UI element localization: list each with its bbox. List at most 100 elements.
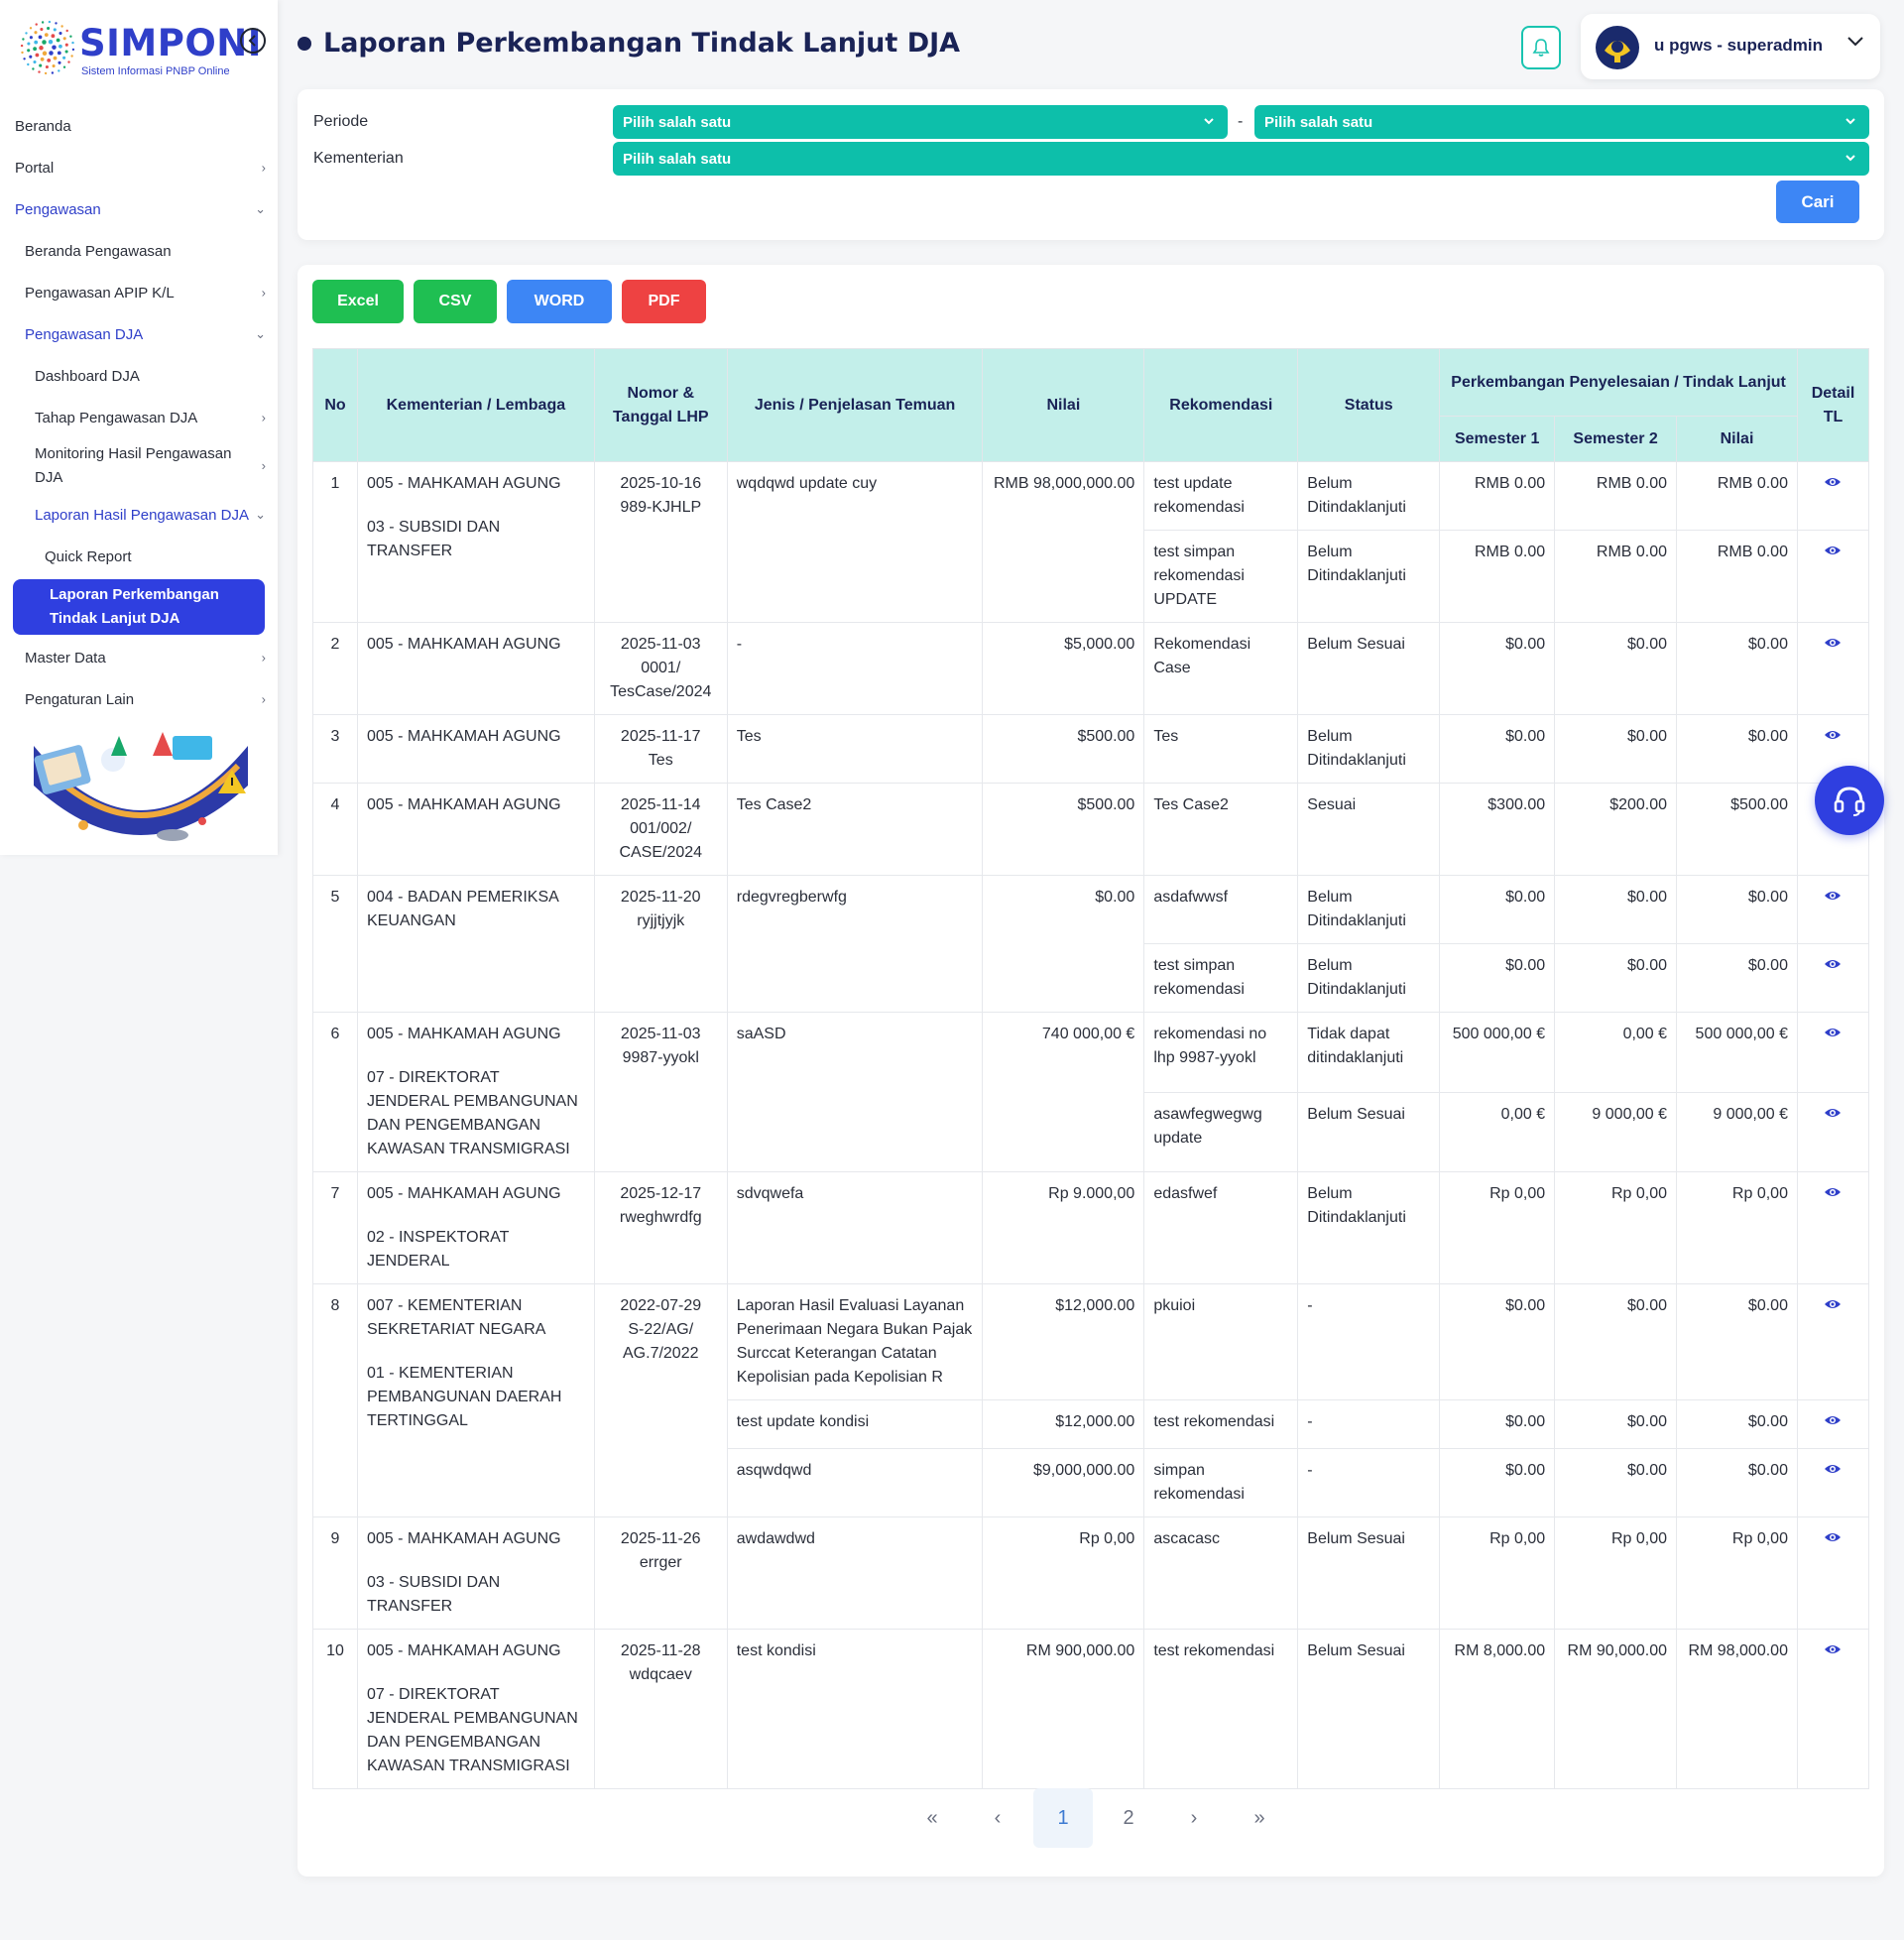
view-detail-button[interactable]: [1824, 541, 1842, 564]
sidebar-item-master-data[interactable]: Master Data ›: [0, 637, 278, 678]
headset-icon: [1834, 787, 1865, 816]
cell-nilai-tl: $0.00: [1676, 1448, 1798, 1517]
cell-nilai: Rp 0,00: [982, 1516, 1145, 1630]
table-row: 8 007 - KEMENTERIAN SEKRETARIAT NEGARA 01 …: [312, 1283, 1870, 1517]
help-button[interactable]: [1815, 766, 1884, 835]
last-page-button[interactable]: »: [1230, 1788, 1289, 1848]
cell-kementerian: 005 - MAHKAMAH AGUNG: [356, 622, 595, 715]
sidebar-illustration: [34, 732, 248, 841]
chevron-down-icon: ⌄: [255, 507, 266, 522]
sidebar-item-portal[interactable]: Portal ›: [0, 147, 278, 188]
view-detail-button[interactable]: [1824, 886, 1842, 909]
lhp-number: rweghwrdfg: [619, 1209, 702, 1226]
cell-semester-2: 0,00 €: [1554, 1012, 1678, 1093]
view-detail-button[interactable]: [1824, 1294, 1842, 1318]
page-2-button[interactable]: 2: [1099, 1788, 1158, 1848]
cell-jenis-temuan: Tes: [726, 714, 984, 784]
cell-status: Belum Sesuai: [1297, 1091, 1441, 1172]
cell-semester-1: RMB 0.00: [1439, 461, 1556, 531]
cell-semester-2: $200.00: [1554, 783, 1678, 876]
view-detail-button[interactable]: [1824, 954, 1842, 978]
sidebar-item-tahap-pengawasan[interactable]: Tahap Pengawasan DJA ›: [0, 397, 278, 438]
prev-page-button[interactable]: ‹: [968, 1788, 1027, 1848]
cell-semester-2: $0.00: [1554, 1283, 1678, 1400]
view-detail-button[interactable]: [1824, 1023, 1842, 1046]
periode-from-select[interactable]: Pilih salah satu: [613, 105, 1228, 139]
kementerian-select[interactable]: Pilih salah satu: [613, 142, 1869, 176]
periode-separator: -: [1238, 113, 1244, 130]
view-detail-button[interactable]: [1824, 633, 1842, 657]
eye-icon: [1825, 478, 1842, 486]
cell-jenis-temuan: saASD: [726, 1012, 984, 1172]
next-page-button[interactable]: ›: [1164, 1788, 1224, 1848]
view-detail-button[interactable]: [1824, 1639, 1842, 1663]
cell-status: Belum Ditindaklanjuti: [1297, 714, 1441, 784]
sidebar-item-pengawasan-dja[interactable]: Pengawasan DJA ⌄: [0, 313, 278, 355]
cell-nomor-lhp: 2025-10-16 989-KJHLP: [593, 461, 728, 623]
lhp-date: 2025-11-20: [620, 889, 701, 906]
sidebar-item-pengawasan[interactable]: Pengawasan ⌄: [0, 188, 278, 230]
cell-detail: [1796, 1448, 1870, 1517]
sidebar-item-laporan-perkembangan[interactable]: Laporan Perkembangan Tindak Lanjut DJA: [13, 579, 265, 635]
periode-to-select[interactable]: Pilih salah satu: [1254, 105, 1869, 139]
cell-nilai-tl: Rp 0,00: [1676, 1171, 1798, 1284]
table-row: 9 005 - MAHKAMAH AGUNG 03 - SUBSIDI DAN TR…: [312, 1516, 1870, 1630]
view-detail-button[interactable]: [1824, 1182, 1842, 1206]
sidebar-item-pengaturan-lain[interactable]: Pengaturan Lain ›: [0, 678, 278, 720]
view-detail-button[interactable]: [1824, 725, 1842, 749]
sidebar-item-label: Pengaturan Lain: [25, 690, 135, 708]
export-word-button[interactable]: WORD: [507, 280, 612, 323]
kementerian-name: 005 - MAHKAMAH AGUNG: [366, 728, 561, 745]
search-button[interactable]: Cari: [1776, 181, 1859, 223]
brand-subtitle: Sistem Informasi PNBP Online: [81, 65, 230, 77]
chevron-left-icon: [248, 35, 256, 47]
sidebar-collapse-button[interactable]: [240, 28, 266, 54]
filter-panel: Periode Kementerian Pilih salah satu - P…: [298, 89, 1884, 240]
cell-nilai-tl: $0.00: [1676, 714, 1798, 784]
first-page-button[interactable]: «: [902, 1788, 962, 1848]
user-menu[interactable]: u pgws - superadmin: [1581, 14, 1880, 79]
cell-detail: [1796, 1091, 1870, 1172]
sidebar-item-quick-report[interactable]: Quick Report: [0, 536, 278, 577]
cell-semester-1: $0.00: [1439, 875, 1556, 944]
sidebar-item-label: Pengawasan DJA: [25, 325, 144, 343]
export-excel-button[interactable]: Excel: [312, 280, 404, 323]
cell-rekomendasi: test simpan rekomendasi: [1143, 943, 1299, 1013]
notification-button[interactable]: [1521, 26, 1561, 69]
sidebar-item-beranda[interactable]: Beranda: [0, 105, 278, 147]
cell-semester-1: $300.00: [1439, 783, 1556, 876]
header-kementerian: Kementerian / Lembaga: [356, 348, 595, 462]
sidebar-item-laporan-hasil[interactable]: Laporan Hasil Pengawasan DJA ⌄: [0, 494, 278, 536]
page-1-button[interactable]: 1: [1033, 1788, 1093, 1848]
cell-nilai: $0.00: [982, 875, 1145, 1013]
cell-nilai: $500.00: [982, 714, 1145, 784]
view-detail-button[interactable]: [1824, 1459, 1842, 1483]
view-detail-button[interactable]: [1824, 1103, 1842, 1127]
table-row: 10 005 - MAHKAMAH AGUNG 07 - DIREKTORAT JE…: [312, 1629, 1870, 1789]
brand-name: SIMPONI: [79, 22, 263, 64]
sidebar-item-dashboard-dja[interactable]: Dashboard DJA: [0, 355, 278, 397]
view-detail-button[interactable]: [1824, 472, 1842, 496]
cell-jenis-temuan: wqdqwd update cuy: [726, 461, 984, 623]
cell-nilai-tl: RMB 0.00: [1676, 461, 1798, 531]
cell-nilai-tl: $0.00: [1676, 622, 1798, 715]
cell-jenis-temuan: sdvqwefa: [726, 1171, 984, 1284]
cell-no: 10: [312, 1629, 358, 1789]
sidebar-item-monitoring-hasil[interactable]: Monitoring Hasil Pengawasan DJA ›: [0, 438, 278, 494]
sidebar-item-beranda-pengawasan[interactable]: Beranda Pengawasan: [0, 230, 278, 272]
cell-kementerian: 005 - MAHKAMAH AGUNG 02 - INSPEKTORAT JEN…: [356, 1171, 595, 1284]
view-detail-button[interactable]: [1824, 1410, 1842, 1434]
brand[interactable]: SIMPONI Sistem Informasi PNBP Online: [18, 18, 266, 79]
simponi-logo-icon: [20, 20, 75, 75]
cell-rekomendasi: test rekomendasi: [1143, 1399, 1299, 1449]
cell-semester-1: Rp 0,00: [1439, 1516, 1556, 1630]
sidebar-item-pengawasan-apip[interactable]: Pengawasan APIP K/L ›: [0, 272, 278, 313]
export-csv-button[interactable]: CSV: [414, 280, 497, 323]
cell-nomor-lhp: 2025-11-03 9987-yyokl: [593, 1012, 728, 1172]
cell-rekomendasi: edasfwef: [1143, 1171, 1299, 1284]
lhp-number: S-22/AG/ AG.7/2022: [623, 1321, 699, 1362]
cell-status: Belum Ditindaklanjuti: [1297, 461, 1441, 531]
export-pdf-button[interactable]: PDF: [622, 280, 706, 323]
cell-semester-2: RMB 0.00: [1554, 530, 1678, 623]
view-detail-button[interactable]: [1824, 1527, 1842, 1551]
